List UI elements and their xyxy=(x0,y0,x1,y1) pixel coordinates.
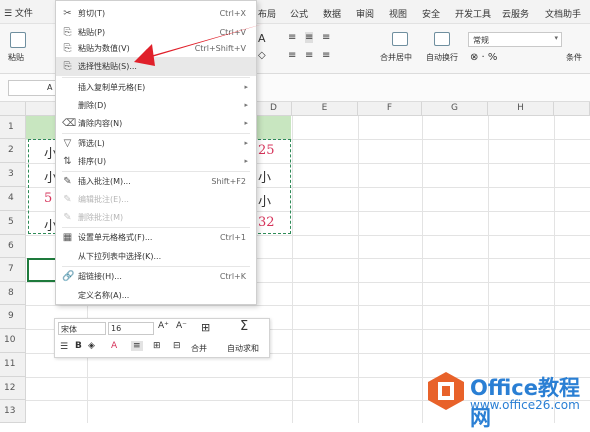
arrow-shape xyxy=(135,24,263,62)
watermark-url: www.office26.com xyxy=(470,398,580,412)
office-logo-icon xyxy=(428,372,464,410)
annotation-arrow xyxy=(134,24,263,66)
arrow-head xyxy=(134,44,155,66)
